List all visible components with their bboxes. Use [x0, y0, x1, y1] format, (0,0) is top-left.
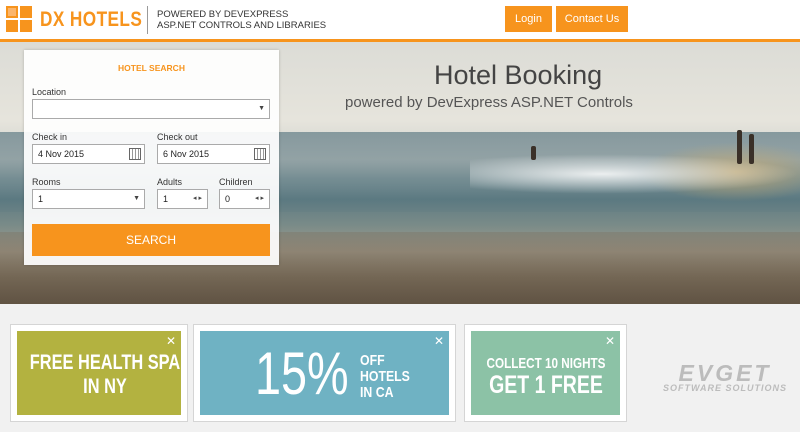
header-divider — [147, 6, 148, 34]
location-select[interactable]: ▼ — [32, 99, 270, 119]
tagline: POWERED BY DEVEXPRESS ASP.NET CONTROLS A… — [157, 9, 326, 31]
close-icon[interactable]: ✕ — [166, 334, 176, 348]
spin-arrows-icon[interactable]: ◂▸ — [255, 194, 266, 202]
calendar-icon[interactable] — [254, 148, 266, 160]
children-value: 0 — [225, 194, 231, 204]
promo-discount-text: OFF HOTELS IN CA — [360, 353, 410, 401]
children-label: Children — [219, 177, 253, 187]
promo-discount-body[interactable]: 15% OFF HOTELS IN CA ✕ — [200, 331, 449, 415]
checkin-label: Check in — [32, 132, 68, 142]
promo-nights-line2: GET 1 FREE — [489, 371, 603, 399]
spin-arrows-icon[interactable]: ◂▸ — [193, 194, 204, 202]
promo-discount-line2: HOTELS — [360, 368, 410, 385]
beach-person — [531, 146, 536, 160]
contact-us-button[interactable]: Contact Us — [556, 6, 628, 32]
adults-spin-input[interactable]: 1 ◂▸ — [157, 189, 208, 209]
header: DX HOTELS POWERED BY DEVEXPRESS ASP.NET … — [0, 0, 800, 42]
tagline-line1: POWERED BY DEVEXPRESS — [157, 9, 289, 20]
promo-card-nights[interactable]: COLLECT 10 NIGHTS GET 1 FREE ✕ — [464, 324, 627, 422]
children-spin-input[interactable]: 0 ◂▸ — [219, 189, 270, 209]
promo-spa-line1: FREE HEALTH SPA — [29, 351, 181, 374]
search-button[interactable]: SEARCH — [32, 224, 270, 256]
promo-card-discount[interactable]: 15% OFF HOTELS IN CA ✕ — [193, 324, 456, 422]
tagline-line2: ASP.NET CONTROLS AND LIBRARIES — [157, 20, 327, 31]
checkin-date-input[interactable]: 4 Nov 2015 — [32, 144, 145, 164]
dropdown-arrow-icon[interactable]: ▼ — [133, 195, 140, 202]
hero-title: Hotel Booking — [434, 60, 603, 90]
promo-spa-line2: IN NY — [83, 375, 127, 398]
watermark-line2: SOFTWARE SOLUTIONS — [662, 383, 787, 393]
location-label: Location — [32, 87, 67, 97]
beach-person — [749, 134, 754, 164]
promo-discount-line1: OFF — [360, 352, 385, 369]
checkout-date-input[interactable]: 6 Nov 2015 — [157, 144, 270, 164]
promo-spa-body[interactable]: FREE HEALTH SPA IN NY ✕ — [17, 331, 181, 415]
rooms-select[interactable]: 1 ▼ — [32, 189, 145, 209]
checkout-value: 6 Nov 2015 — [163, 149, 210, 159]
hotel-logo-icon[interactable] — [6, 6, 32, 32]
search-panel-title: HOTEL SEARCH — [118, 63, 185, 73]
rooms-label: Rooms — [32, 177, 61, 187]
checkout-label: Check out — [157, 132, 198, 142]
logo-text[interactable]: DX HOTELS — [40, 8, 142, 32]
hero-subtitle: powered by DevExpress ASP.NET Controls — [345, 94, 633, 111]
login-button[interactable]: Login — [505, 6, 552, 32]
rooms-value: 1 — [38, 194, 44, 204]
promo-card-spa[interactable]: FREE HEALTH SPA IN NY ✕ — [10, 324, 188, 422]
dropdown-arrow-icon[interactable]: ▼ — [258, 105, 265, 112]
promo-nights-line1: COLLECT 10 NIGHTS — [486, 355, 606, 372]
adults-value: 1 — [163, 194, 169, 204]
hotel-search-panel: HOTEL SEARCH Location ▼ Check in 4 Nov 2… — [24, 50, 279, 265]
promo-spa-text: FREE HEALTH SPA IN NY — [27, 351, 183, 399]
beach-person — [737, 130, 742, 164]
promo-discount-line3: IN CA — [360, 384, 394, 401]
watermark: EVGET SOFTWARE SOLUTIONS — [650, 360, 800, 393]
close-icon[interactable]: ✕ — [605, 334, 615, 348]
promo-nights-body[interactable]: COLLECT 10 NIGHTS GET 1 FREE ✕ — [471, 331, 620, 415]
calendar-icon[interactable] — [129, 148, 141, 160]
close-icon[interactable]: ✕ — [434, 334, 444, 348]
promo-discount-percent: 15% — [255, 340, 349, 407]
adults-label: Adults — [157, 177, 183, 187]
checkin-value: 4 Nov 2015 — [38, 149, 85, 159]
